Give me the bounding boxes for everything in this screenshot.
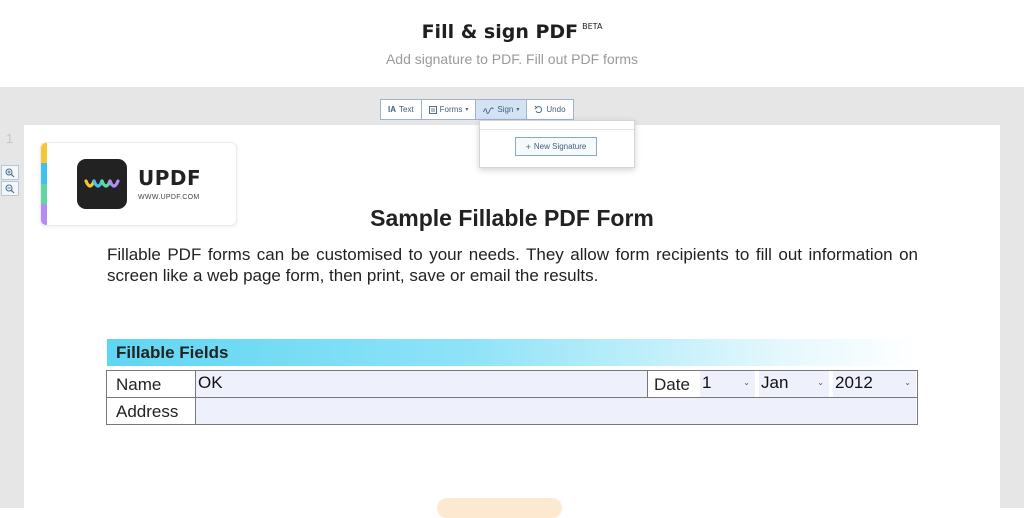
zoom-out-icon (5, 184, 15, 193)
sign-tool-label: Sign (497, 105, 514, 114)
forms-tool-label: Forms (439, 105, 463, 114)
chevron-down-icon: ⌄ (817, 378, 824, 387)
address-field[interactable] (196, 398, 916, 424)
fillable-fields-table: Name OK Date 1 ⌄ Jan ⌄ 2012 ⌄ Address (106, 370, 918, 425)
sign-tool-button[interactable]: Sign ▾ (476, 100, 528, 119)
page-title-text: Fill & sign PDF (421, 21, 579, 43)
name-field-value: OK (198, 373, 223, 392)
new-signature-button[interactable]: + New Signature (515, 137, 597, 156)
page-title: Fill & sign PDF BETA (0, 21, 1024, 43)
text-icon: IA (388, 105, 396, 114)
address-label: Address (116, 402, 179, 421)
day-select-value: 1 (702, 373, 712, 392)
plus-icon: + (525, 141, 531, 152)
edit-toolbar: IA Text Forms ▾ Sign ▾ Undo (380, 99, 574, 120)
undo-label: Undo (546, 105, 566, 114)
sign-dropdown-menu: + New Signature (479, 120, 635, 168)
new-signature-label: New Signature (533, 142, 587, 151)
logo-name: UPDF (138, 166, 202, 190)
form-title: Sample Fillable PDF Form (370, 205, 654, 231)
chevron-down-icon: ⌄ (743, 378, 750, 387)
chevron-down-icon: ⌄ (904, 378, 911, 387)
zoom-in-button[interactable] (1, 165, 19, 180)
beta-badge: BETA (582, 21, 603, 31)
form-description: Fillable PDF forms can be customised to … (107, 245, 918, 285)
section-label: Fillable Fields (116, 343, 229, 362)
day-select[interactable]: 1 ⌄ (700, 371, 755, 397)
zoom-out-button[interactable] (1, 181, 19, 196)
text-tool-label: Text (399, 105, 414, 114)
month-select[interactable]: Jan ⌄ (759, 371, 829, 397)
section-header: Fillable Fields (107, 339, 918, 366)
name-field[interactable]: OK (196, 371, 647, 397)
logo-url: WWW.UPDF.COM (138, 194, 200, 201)
undo-icon (534, 105, 543, 113)
menu-divider (480, 129, 634, 130)
table-column-divider (647, 371, 648, 397)
form-icon (428, 105, 437, 114)
updf-logo-icon (77, 159, 127, 209)
date-label: Date (654, 375, 690, 394)
zoom-in-icon (5, 168, 15, 177)
page-subtitle: Add signature to PDF. Fill out PDF forms (385, 51, 639, 67)
year-select[interactable]: 2012 ⌄ (833, 371, 916, 397)
undo-button[interactable]: Undo (527, 100, 572, 119)
submit-button[interactable] (437, 498, 562, 518)
app-header: Fill & sign PDF BETA Add signature to PDF… (0, 0, 1024, 87)
signature-icon (483, 106, 495, 114)
year-select-value: 2012 (835, 373, 873, 392)
caret-down-icon: ▾ (465, 107, 469, 113)
page-number: 1 (6, 131, 14, 146)
name-label: Name (116, 375, 162, 394)
text-tool-button[interactable]: IA Text (381, 100, 422, 119)
caret-down-icon: ▾ (516, 107, 520, 113)
forms-tool-button[interactable]: Forms ▾ (422, 100, 477, 119)
month-select-value: Jan (761, 373, 789, 392)
